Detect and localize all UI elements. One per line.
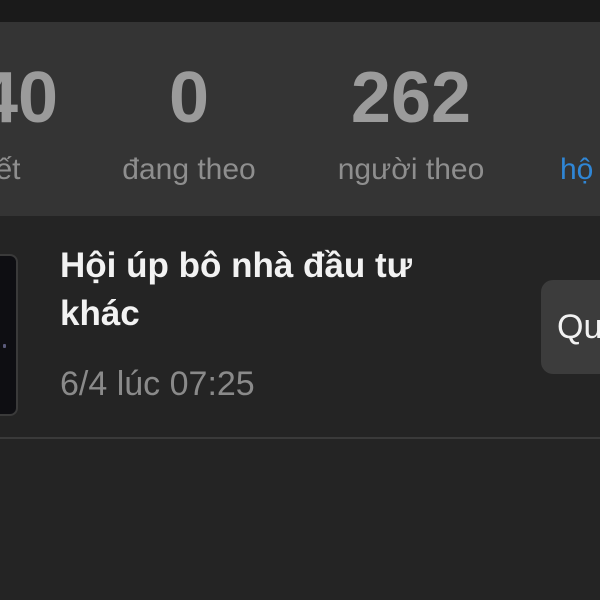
profile-screen: 40 ết 0 đang theo 262 người theo hộ Hội …	[0, 0, 600, 600]
stats-bar: 40 ết 0 đang theo 262 người theo hộ	[0, 22, 600, 216]
stat-groups-label[interactable]: hộ	[560, 150, 593, 190]
group-timestamp: 6/4 lúc 07:25	[60, 365, 255, 403]
divider	[0, 437, 600, 439]
stat-followers-label: người theo	[337, 153, 485, 186]
group-list-item[interactable]: Hội úp bô nhà đầu tư khác 6/4 lúc 07:25 …	[0, 216, 600, 438]
group-thumbnail[interactable]	[0, 254, 18, 416]
stat-followers-value: 262	[350, 58, 472, 138]
group-title[interactable]: Hội úp bô nhà đầu tư khác	[60, 242, 500, 338]
thumbnail-detail	[3, 344, 6, 348]
stat-following-value: 0	[168, 58, 210, 138]
stat-posts-label: ết	[0, 153, 21, 186]
group-action-button[interactable]: Qu	[541, 280, 600, 374]
top-strip	[0, 0, 600, 22]
stat-posts-value: 40	[0, 58, 59, 138]
stat-following-label: đang theo	[122, 153, 256, 186]
